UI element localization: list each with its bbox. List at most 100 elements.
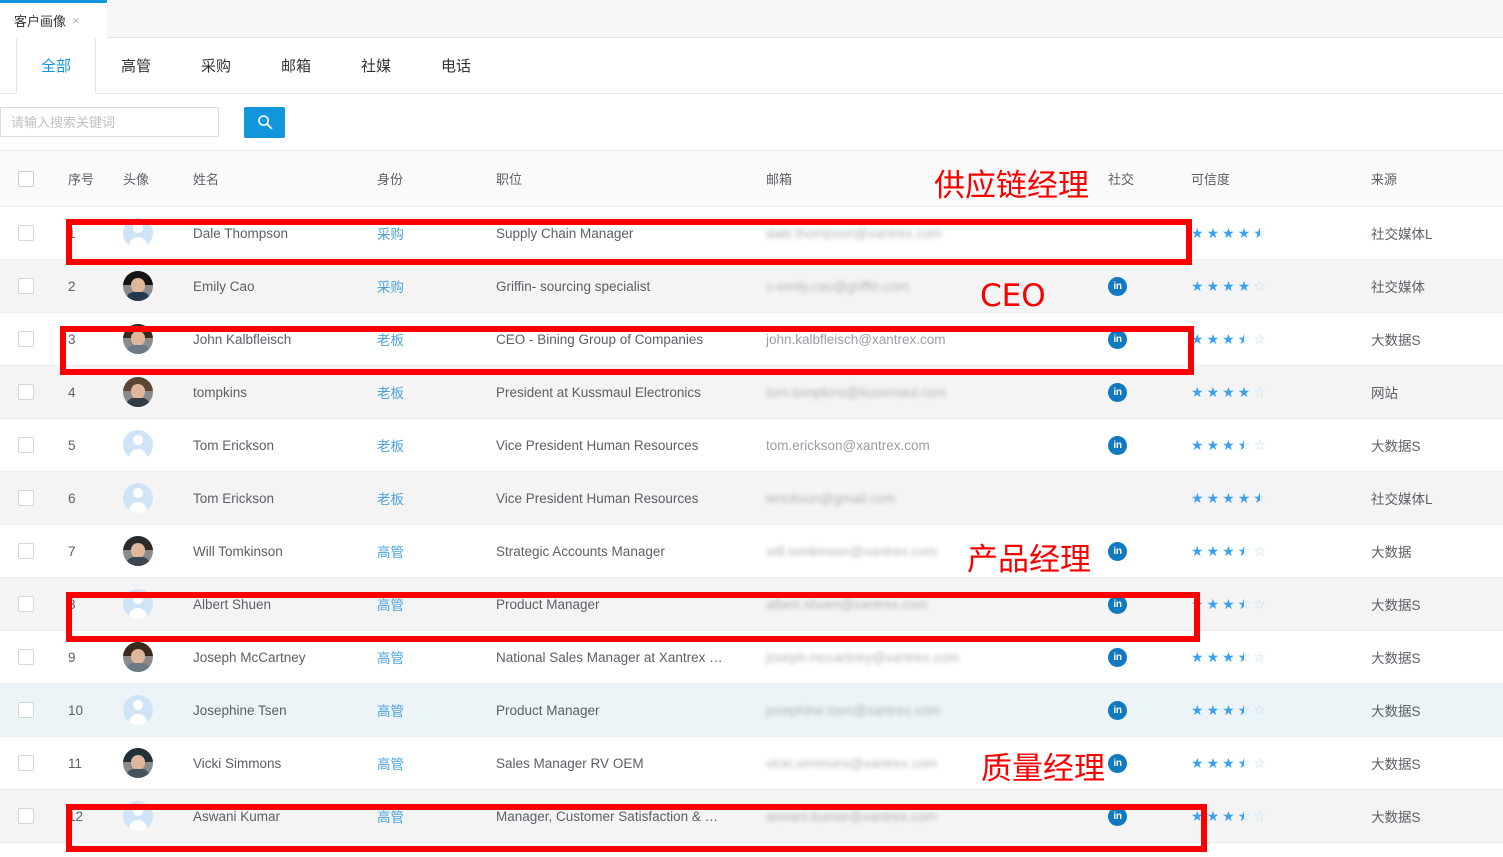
row-checkbox-cell <box>0 736 52 790</box>
linkedin-icon[interactable]: in <box>1108 753 1127 773</box>
filter-tab-0[interactable]: 全部 <box>16 38 96 94</box>
row-checkbox[interactable] <box>18 331 34 347</box>
row-checkbox[interactable] <box>18 384 34 400</box>
star: ★ <box>1222 278 1235 294</box>
row-checkbox[interactable] <box>18 543 34 559</box>
linkedin-icon[interactable]: in <box>1108 382 1127 402</box>
row-checkbox[interactable] <box>18 278 34 294</box>
row-checkbox[interactable] <box>18 596 34 612</box>
linkedin-icon[interactable]: in <box>1108 700 1127 720</box>
identity-tag[interactable]: 高管 <box>377 810 404 825</box>
email-value: will.tomkinson@xantrex.com <box>766 543 938 559</box>
row-checkbox-cell <box>0 577 52 631</box>
row-checkbox-cell <box>0 206 52 260</box>
identity-tag[interactable]: 老板 <box>377 439 404 454</box>
table-row[interactable]: 6 Tom Erickson 老板 Vice President Human Reso… <box>0 471 1503 525</box>
identity-tag[interactable]: 老板 <box>377 333 404 348</box>
identity-tag[interactable]: 高管 <box>377 651 404 666</box>
linkedin-icon[interactable]: in <box>1108 541 1127 561</box>
identity-cell: 老板 <box>373 418 486 472</box>
row-checkbox-cell <box>0 524 52 578</box>
row-checkbox[interactable] <box>18 755 34 771</box>
star: ☆ <box>1253 808 1266 824</box>
row-index: 1 <box>52 206 115 260</box>
column-header-email[interactable]: 邮箱 <box>752 150 1094 207</box>
identity-tag[interactable]: 老板 <box>377 386 404 401</box>
column-header-no[interactable]: 序号 <box>52 150 115 207</box>
filter-tab-4[interactable]: 社媒 <box>336 38 416 93</box>
linkedin-icon[interactable]: in <box>1108 647 1127 667</box>
identity-tag[interactable]: 采购 <box>377 227 404 242</box>
column-header-credibility[interactable]: 可信度 <box>1182 150 1353 207</box>
table-row[interactable]: 12 Aswani Kumar 高管 Manager, Customer Satisf… <box>0 789 1503 843</box>
email-value: aswani.kumar@xantrex.com <box>766 808 937 824</box>
source-value: 大数据 <box>1371 545 1412 560</box>
identity-tag[interactable]: 高管 <box>377 757 404 772</box>
identity-tag[interactable]: 采购 <box>377 280 404 295</box>
column-header-social[interactable]: 社交 <box>1094 150 1182 207</box>
table-row[interactable]: 4 tompkins 老板 President at Kussmaul Electro… <box>0 365 1503 419</box>
column-header-source[interactable]: 来源 <box>1353 150 1503 207</box>
search-input[interactable] <box>0 107 219 137</box>
source-cell: 大数据S <box>1353 630 1503 684</box>
table-row[interactable]: 1 Dale Thompson 采购 Supply Chain Manager dale… <box>0 206 1503 260</box>
avatar-cell <box>115 789 187 843</box>
social-cell: in <box>1094 630 1182 684</box>
row-checkbox[interactable] <box>18 225 34 241</box>
star: ★ <box>1206 596 1220 612</box>
table-row[interactable]: 9 Joseph McCartney 高管 National Sales Manage… <box>0 630 1503 684</box>
linkedin-icon[interactable]: in <box>1108 594 1127 614</box>
close-icon[interactable]: × <box>72 14 80 27</box>
social-cell: in <box>1094 418 1182 472</box>
star: ☆ <box>1253 331 1266 347</box>
position-cell: Manager, Customer Satisfaction & … <box>486 789 752 843</box>
document-tab-customer-profile[interactable]: 客户画像 × <box>0 3 107 38</box>
select-all-checkbox[interactable] <box>18 170 34 187</box>
column-header-position[interactable]: 职位 <box>486 150 752 207</box>
column-header-name[interactable]: 姓名 <box>187 150 373 207</box>
filter-tab-5[interactable]: 电话 <box>416 38 496 93</box>
linkedin-icon[interactable]: in <box>1108 435 1127 455</box>
star: ☆ <box>1253 702 1266 718</box>
search-button[interactable] <box>244 106 285 138</box>
row-checkbox[interactable] <box>18 808 34 824</box>
row-checkbox[interactable] <box>18 649 34 665</box>
column-header-label: 来源 <box>1371 172 1398 187</box>
identity-tag[interactable]: 高管 <box>377 704 404 719</box>
table-row[interactable]: 5 Tom Erickson 老板 Vice President Human Reso… <box>0 418 1503 472</box>
table-row[interactable]: 10 Josephine Tsen 高管 Product Manager josephi… <box>0 683 1503 737</box>
table-row[interactable]: 7 Will Tomkinson 高管 Strategic Accounts Mana… <box>0 524 1503 578</box>
table-header-row: 序号 头像 姓名 身份 职位 邮箱 社交 可信度 来源 <box>0 150 1503 207</box>
row-checkbox[interactable] <box>18 702 34 718</box>
linkedin-icon[interactable]: in <box>1108 276 1127 296</box>
filter-tab-label: 社媒 <box>360 58 391 75</box>
star: ☆ <box>1253 384 1266 400</box>
row-checkbox[interactable] <box>18 490 34 506</box>
identity-tag[interactable]: 老板 <box>377 492 404 507</box>
filter-tab-1[interactable]: 高管 <box>96 38 176 93</box>
credibility-cell: ★★★☆☆ <box>1182 736 1353 790</box>
table-row[interactable]: 2 Emily Cao 采购 Griffin- sourcing specialist… <box>0 259 1503 313</box>
source-value: 大数据S <box>1371 704 1421 719</box>
table-row[interactable]: 11 Vicki Simmons 高管 Sales Manager RV OEM vic… <box>0 736 1503 790</box>
star: ★ <box>1191 649 1204 665</box>
contact-name: Emily Cao <box>187 259 373 313</box>
identity-tag[interactable]: 高管 <box>377 598 404 613</box>
contact-name: tompkins <box>187 365 373 419</box>
linkedin-icon[interactable]: in <box>1108 329 1127 349</box>
star: ☆ <box>1238 332 1251 346</box>
column-header-identity[interactable]: 身份 <box>373 150 486 207</box>
row-checkbox[interactable] <box>18 437 34 453</box>
column-header-avatar[interactable]: 头像 <box>115 150 187 207</box>
star: ★ <box>1222 543 1235 559</box>
filter-tab-2[interactable]: 采购 <box>176 38 256 93</box>
table-row[interactable]: 8 Albert Shuen 高管 Product Manager albert.shu… <box>0 577 1503 631</box>
star: ☆ <box>1238 544 1251 558</box>
table-row[interactable]: 3 John Kalbfleisch 老板 CEO - Bining Group of… <box>0 312 1503 366</box>
star: ★ <box>1222 225 1235 241</box>
table-body: 1 Dale Thompson 采购 Supply Chain Manager dale… <box>0 206 1503 843</box>
source-cell: 大数据S <box>1353 683 1503 737</box>
linkedin-icon[interactable]: in <box>1108 806 1127 826</box>
identity-tag[interactable]: 高管 <box>377 545 404 560</box>
filter-tab-3[interactable]: 邮箱 <box>256 38 336 93</box>
